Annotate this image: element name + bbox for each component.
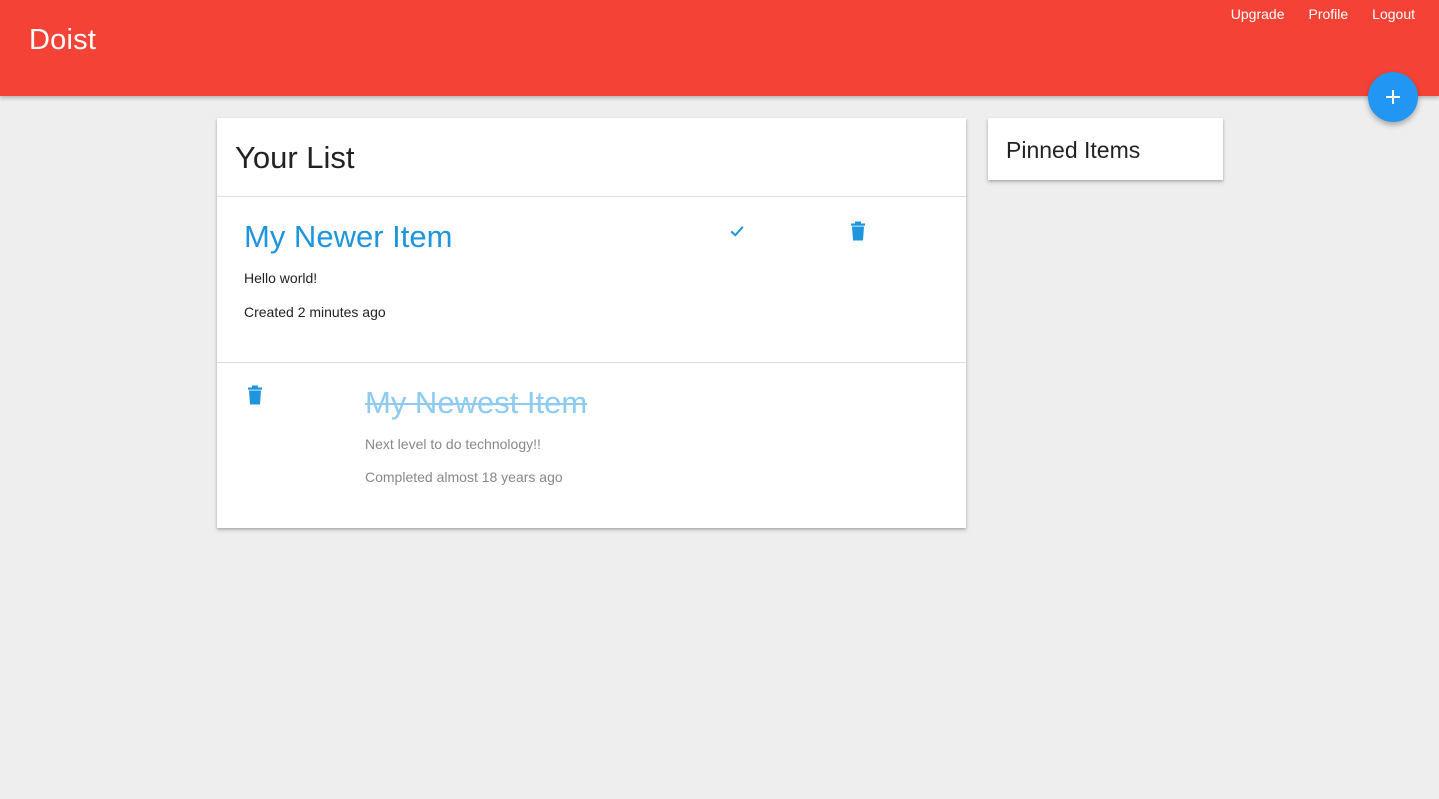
pinned-title: Pinned Items <box>1006 137 1141 163</box>
list-item: My Newer Item Hello world! Created 2 min… <box>217 197 966 363</box>
trash-icon <box>851 221 865 241</box>
app-bar: Doist Upgrade Profile Logout <box>0 0 1439 96</box>
item-timestamp: Completed almost 18 years ago <box>365 469 563 485</box>
list-title: Your List <box>235 140 355 175</box>
item-description: Hello world! <box>244 270 318 286</box>
item-timestamp: Created 2 minutes ago <box>244 304 386 320</box>
pinned-card: Pinned Items <box>988 118 1223 180</box>
item-description: Next level to do technology!! <box>365 436 541 452</box>
item-title[interactable]: My Newest Item <box>365 385 587 421</box>
check-icon <box>730 226 744 237</box>
top-nav: Upgrade Profile Logout <box>1219 6 1427 23</box>
delete-button[interactable] <box>846 219 870 243</box>
profile-link[interactable]: Profile <box>1296 6 1360 23</box>
add-item-button[interactable] <box>1368 72 1418 122</box>
list-card: Your List My Newer Item Hello world! Cre… <box>217 118 966 528</box>
trash-icon <box>248 385 262 405</box>
complete-button[interactable] <box>725 219 749 243</box>
item-title[interactable]: My Newer Item <box>244 219 452 255</box>
list-header: Your List <box>217 118 966 197</box>
app-title: Doist <box>29 24 97 56</box>
upgrade-link[interactable]: Upgrade <box>1219 6 1297 23</box>
delete-button[interactable] <box>243 383 267 407</box>
plus-icon <box>1386 90 1400 104</box>
list-item: My Newest Item Next level to do technolo… <box>217 363 966 527</box>
logout-link[interactable]: Logout <box>1360 6 1427 23</box>
